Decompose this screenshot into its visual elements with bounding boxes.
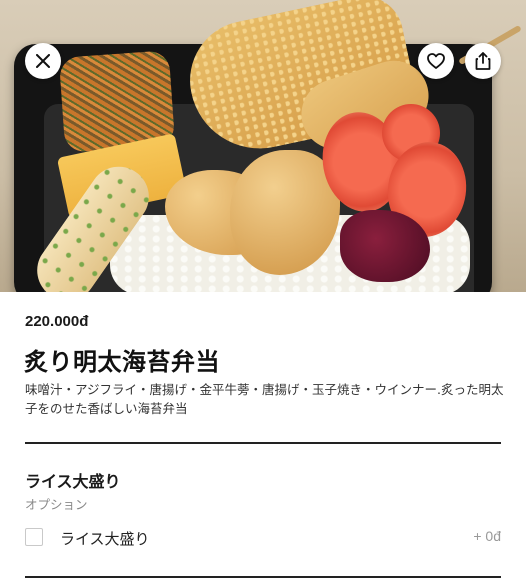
option-price: + 0đ <box>473 528 501 544</box>
divider <box>25 442 501 444</box>
share-icon <box>475 52 491 70</box>
option-group-title: ライス大盛り <box>25 472 121 491</box>
product-photo <box>0 0 526 292</box>
item-details: 220.000đ 炙り明太海苔弁当 味噌汁・アジフライ・唐揚げ・金平牛蒡・唐揚げ… <box>0 292 526 580</box>
close-button[interactable] <box>25 43 61 79</box>
heart-icon <box>427 53 445 69</box>
option-row-large-rice[interactable]: ライス大盛り + 0đ <box>25 526 501 550</box>
divider <box>25 576 501 578</box>
favorite-button[interactable] <box>418 43 454 79</box>
item-description: 味噌汁・アジフライ・唐揚げ・金平牛蒡・唐揚げ・玉子焼き・ウインナー.炙った明太子… <box>25 382 504 416</box>
close-icon <box>36 54 50 68</box>
item-title: 炙り明太海苔弁当 <box>24 348 220 376</box>
option-group-subtitle: オプション <box>25 497 88 512</box>
option-label: ライス大盛り <box>60 530 150 548</box>
option-checkbox[interactable] <box>25 528 43 546</box>
item-price: 220.000đ <box>25 313 89 330</box>
share-button[interactable] <box>465 43 501 79</box>
